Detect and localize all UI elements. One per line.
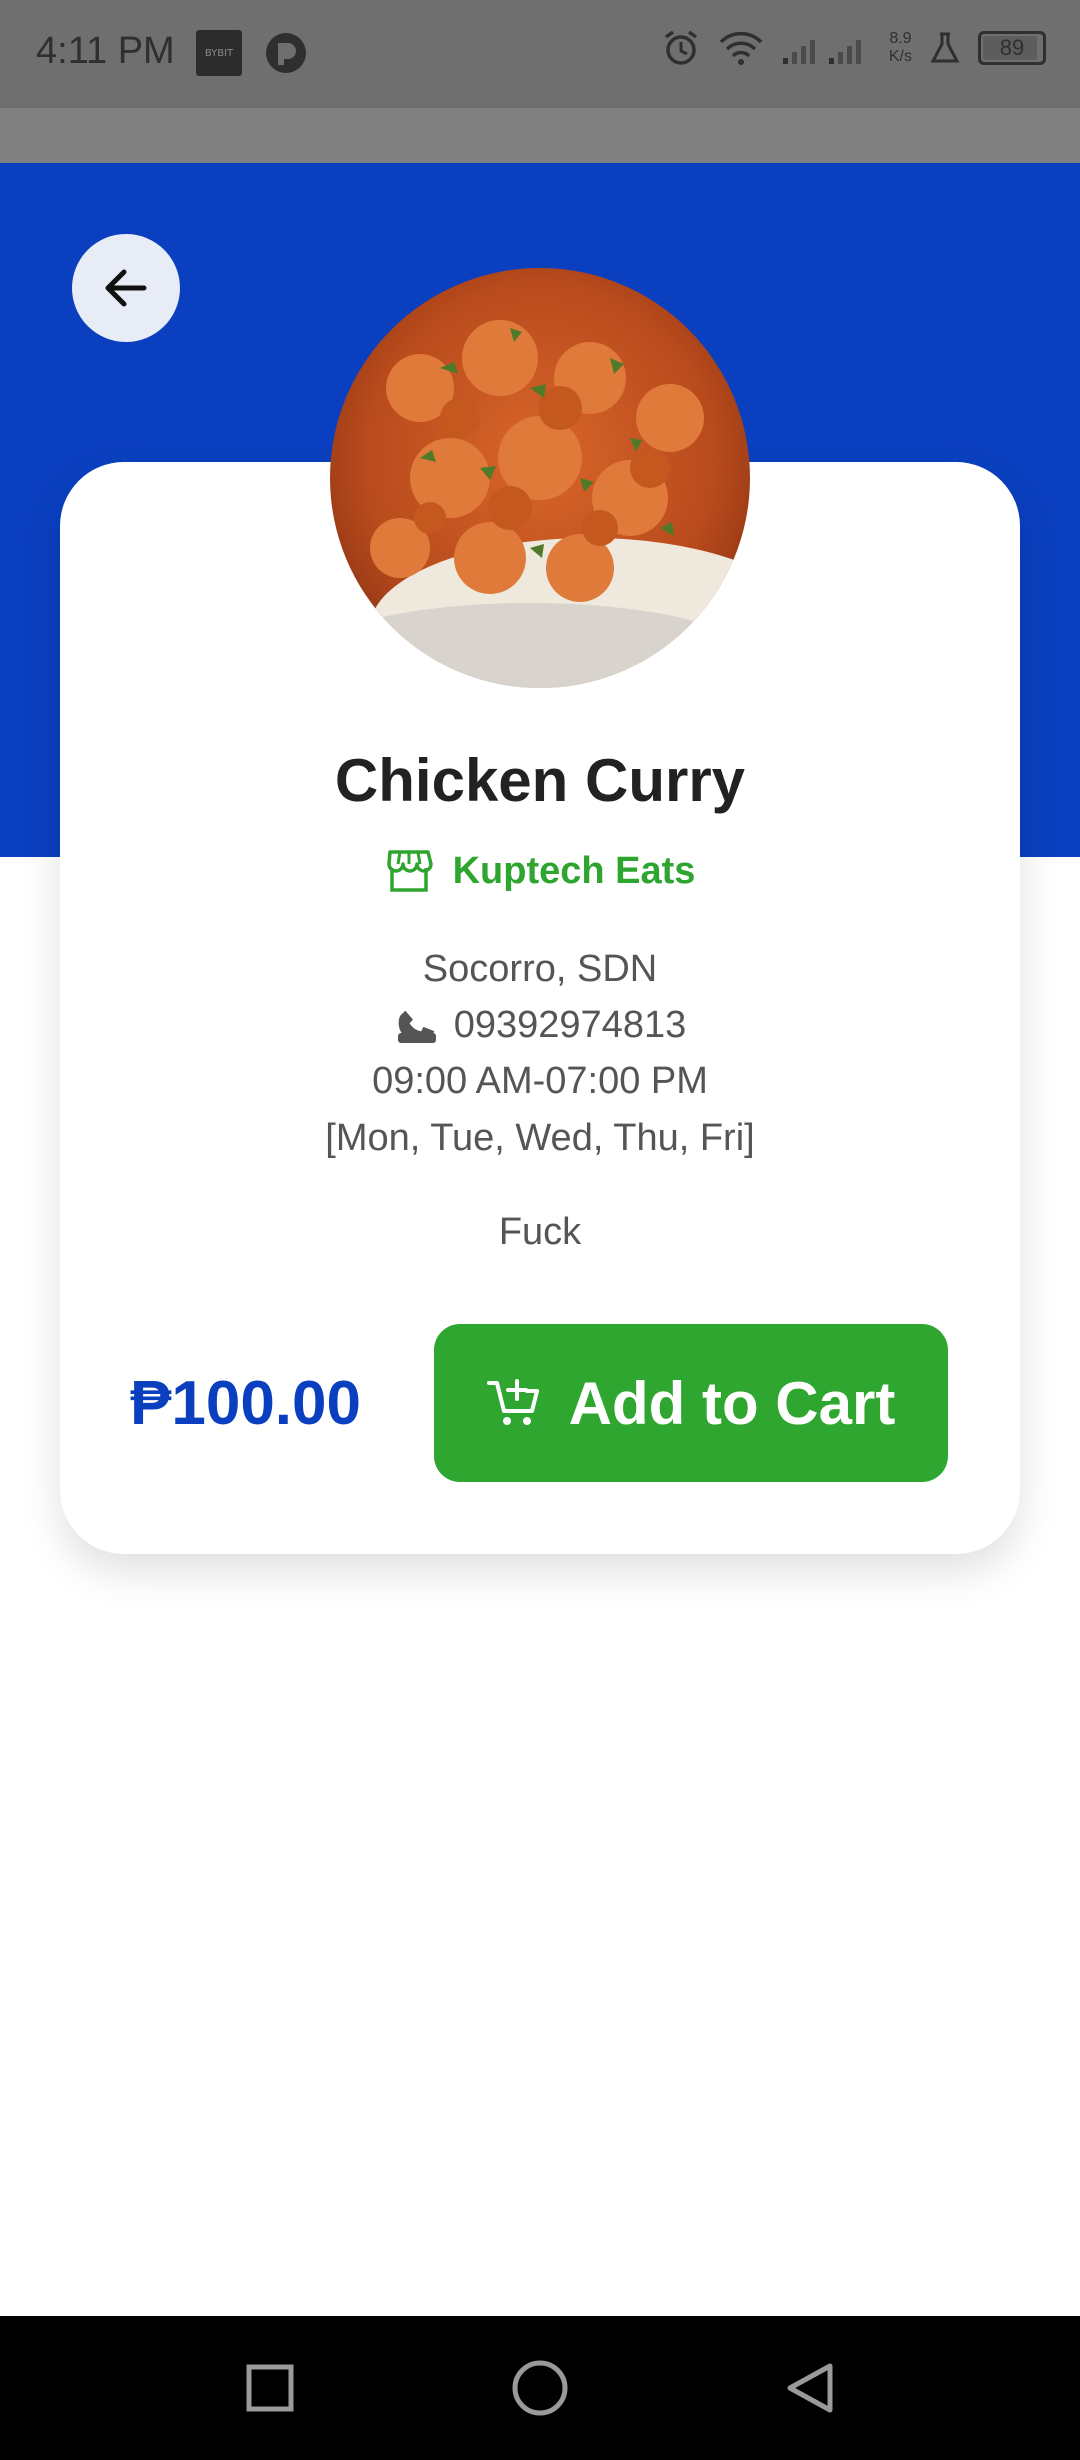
store-icon [386, 850, 433, 892]
recent-apps-button[interactable] [238, 2356, 302, 2420]
triangle-back-icon [787, 2363, 833, 2413]
back-button[interactable] [72, 234, 180, 342]
home-button[interactable] [508, 2356, 572, 2420]
product-title: Chicken Curry [334, 747, 746, 814]
add-to-cart-button[interactable]: Add to Cart [434, 1324, 948, 1482]
add-to-cart-label: Add to Cart [568, 1369, 896, 1437]
status-right-icons: 8.9 K/s 89 [661, 28, 1046, 68]
status-bar: 4:11 PM BYBIT 8.9 K/s 89 [0, 0, 1080, 108]
arrow-left-icon [105, 269, 147, 307]
alarm-icon [664, 30, 697, 65]
store-phone-row: 09392974813 [0, 1003, 1080, 1047]
store-hours: 09:00 AM-07:00 PM [372, 1060, 708, 1102]
network-speed-value: 8.9 [889, 30, 912, 47]
status-time: 4:11 PM [36, 30, 175, 72]
battery-indicator: 89 [978, 31, 1046, 65]
store-link[interactable]: Kuptech Eats [0, 848, 1080, 894]
store-days: [Mon, Tue, Wed, Thu, Fri] [325, 1117, 755, 1159]
status-left-icons: BYBIT [196, 30, 308, 76]
network-speed-unit: K/s [888, 48, 912, 65]
product-description: Fuck [498, 1211, 582, 1253]
product-price: ₱100.00 [130, 1369, 361, 1438]
bybit-app-icon: BYBIT [196, 30, 242, 76]
lab-flask-icon [930, 32, 960, 63]
wifi-icon [719, 31, 763, 65]
notification-app-icon [266, 33, 306, 73]
phone-icon [397, 1010, 436, 1043]
app-bar-strip [0, 108, 1080, 163]
battery-level: 89 [999, 35, 1025, 60]
circle-icon [512, 2360, 568, 2416]
product-image [330, 268, 750, 688]
store-name: Kuptech Eats [452, 849, 696, 892]
store-location: Socorro, SDN [422, 948, 658, 990]
square-icon [246, 2364, 294, 2412]
store-phone: 09392974813 [453, 1003, 687, 1046]
signal-strength-icon [782, 40, 861, 64]
system-navigation-bar [0, 2316, 1080, 2460]
add-to-cart-icon [486, 1379, 539, 1425]
network-speed: 8.9 K/s [889, 30, 912, 66]
system-back-button[interactable] [778, 2356, 842, 2420]
